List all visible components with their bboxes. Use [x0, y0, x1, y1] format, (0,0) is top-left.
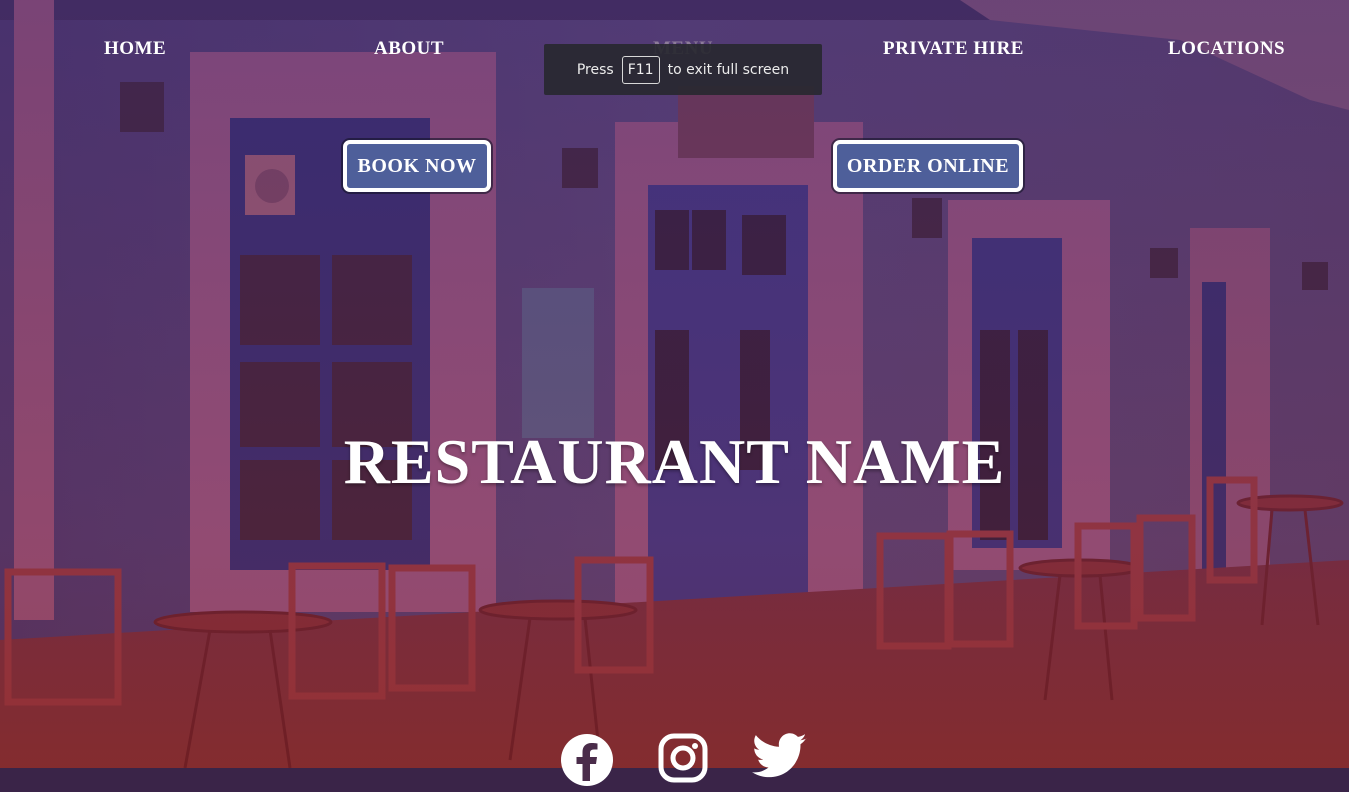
- instagram-icon[interactable]: [658, 733, 708, 788]
- facebook-icon[interactable]: [560, 733, 614, 792]
- nav-about-link[interactable]: ABOUT: [374, 38, 444, 60]
- order-online-button[interactable]: ORDER ONLINE: [833, 140, 1023, 192]
- fullscreen-notice-key: F11: [621, 55, 660, 84]
- fullscreen-notice-press: Press: [576, 61, 614, 78]
- fullscreen-exit-notice: Press F11 to exit full screen: [544, 44, 822, 95]
- social-links: [560, 733, 820, 786]
- fullscreen-notice-text: to exit full screen: [667, 61, 790, 78]
- nav-home-link[interactable]: HOME: [104, 38, 166, 60]
- twitter-icon[interactable]: [751, 733, 808, 784]
- nav-private-hire-link[interactable]: PRIVATE HIRE: [883, 38, 1024, 60]
- book-now-button[interactable]: BOOK NOW: [343, 140, 491, 192]
- hero-background-image: [0, 0, 1349, 768]
- restaurant-name-title: RESTAURANT NAME: [343, 426, 1006, 497]
- nav-locations-link[interactable]: LOCATIONS: [1168, 38, 1285, 60]
